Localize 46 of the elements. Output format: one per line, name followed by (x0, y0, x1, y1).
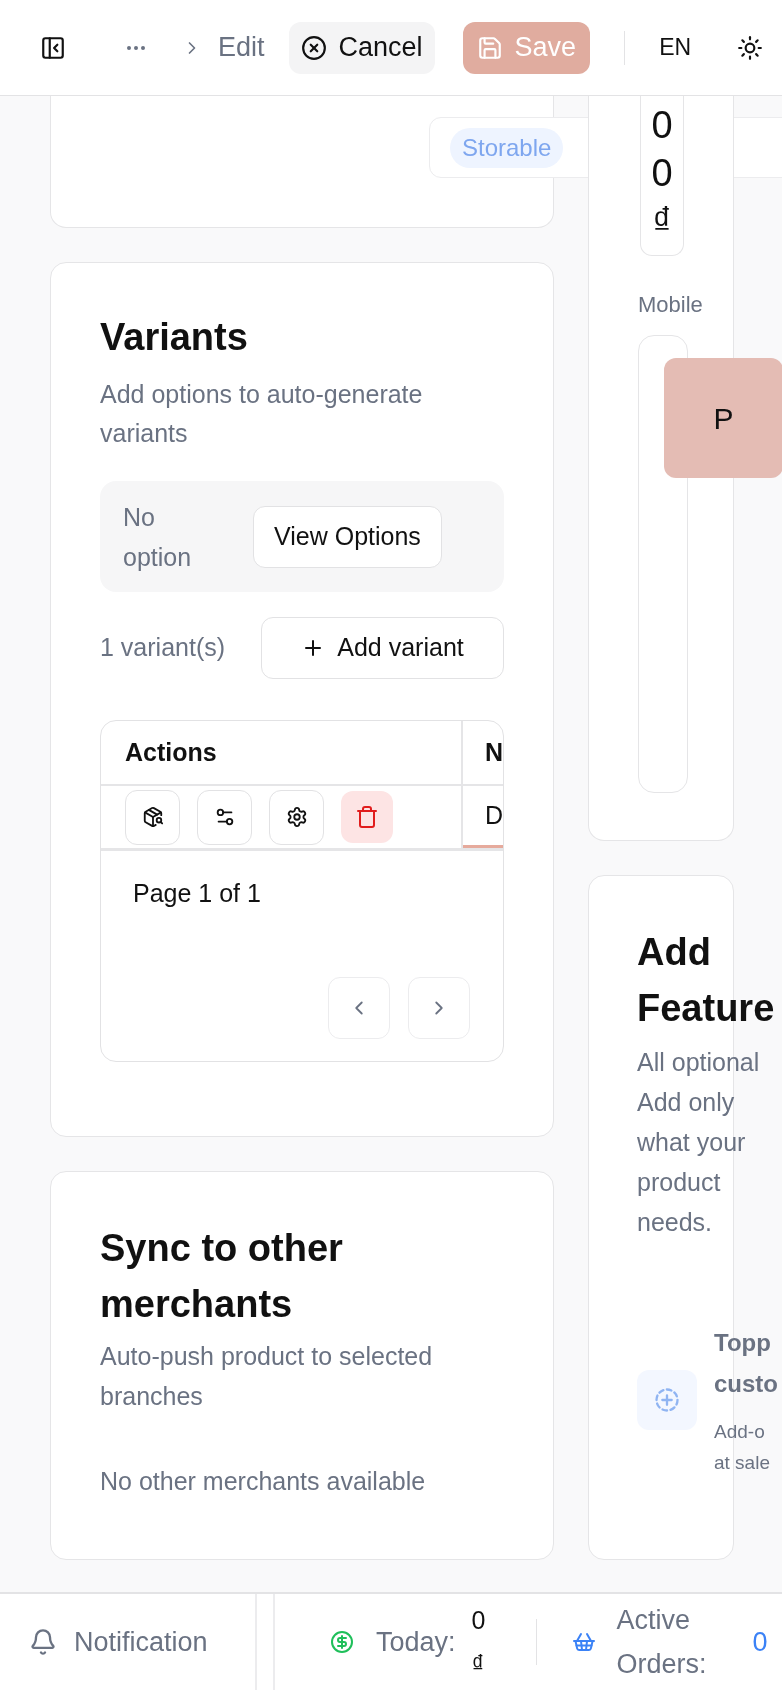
table-cell: D (463, 786, 503, 848)
add-variant-button[interactable]: Add variant (261, 617, 504, 679)
page-indicator: Page 1 of 1 (133, 878, 262, 909)
breadcrumb-item[interactable]: Edit (218, 27, 265, 68)
notification-button[interactable]: Notification (0, 1594, 257, 1690)
feature-title: Topp custo (714, 1328, 778, 1399)
column-header: N (484, 736, 503, 768)
language-button[interactable]: EN (659, 30, 692, 65)
feature-description: Add-o at sale (714, 1420, 771, 1475)
dashed-circle-plus-icon (653, 1386, 681, 1414)
package-search-icon (141, 806, 164, 828)
row-action-button[interactable] (197, 789, 252, 845)
storable-badge: Storable (450, 127, 564, 168)
section-title: Sync to other merchants (100, 1226, 344, 1327)
dollar-icon (330, 1630, 354, 1654)
sun-icon[interactable] (737, 34, 764, 61)
column-header: Actions (101, 721, 463, 784)
row-action-button[interactable] (125, 789, 180, 845)
view-options-button[interactable]: View Options (253, 505, 442, 568)
today-value: 0 ₫ (471, 1605, 487, 1680)
empty-options-text: No option (123, 501, 193, 573)
active-orders-label: Active Orders: (616, 1604, 708, 1681)
section-title: Add Feature (637, 930, 776, 1031)
save-icon (476, 34, 503, 61)
variant-count: 1 variant(s) (100, 632, 226, 664)
delete-button[interactable] (341, 791, 393, 843)
basket-icon (571, 1630, 596, 1654)
sidebar-toggle-button[interactable] (40, 34, 66, 61)
section-subtitle: Auto-push product to selected branches (100, 1341, 434, 1412)
section-subtitle: All optional Add only what your product needs. (637, 1047, 761, 1238)
bell-icon (29, 1628, 57, 1656)
row-action-button[interactable] (269, 789, 324, 845)
cancel-button[interactable]: Cancel (288, 21, 435, 74)
feature-icon-tile[interactable] (637, 1370, 697, 1430)
product-tile[interactable]: P (664, 358, 782, 478)
active-orders-value: 0 (752, 1625, 768, 1659)
trash-icon (355, 805, 379, 829)
price-value: 00₫ (650, 103, 674, 244)
close-icon (300, 34, 327, 61)
panel-collapse-icon (40, 34, 66, 61)
today-label: Today: (376, 1625, 456, 1659)
section-title: Variants (100, 315, 249, 360)
settings-icon (285, 806, 308, 828)
empty-merchants-text: No other merchants available (100, 1466, 427, 1497)
mobile-label: Mobile (638, 291, 704, 319)
section-subtitle: Add options to auto-generate variants (100, 379, 424, 449)
